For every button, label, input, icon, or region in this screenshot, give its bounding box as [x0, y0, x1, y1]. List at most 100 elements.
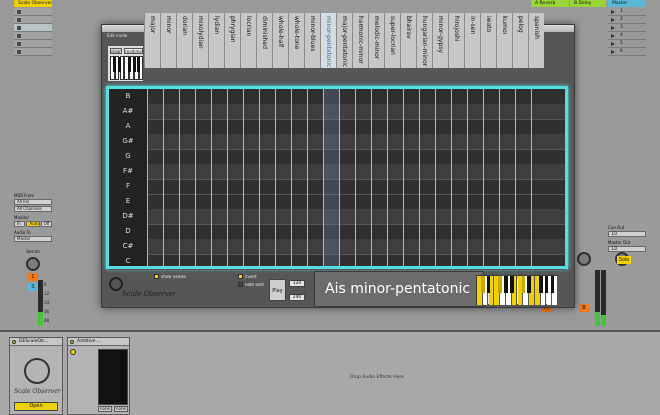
mini-keyboard-toggle[interactable]: clear realtime	[107, 45, 144, 82]
scale-column-header[interactable]: melodic-minor	[368, 13, 384, 68]
clip-stop-icon[interactable]	[17, 33, 21, 38]
audio-to-select[interactable]: Master	[14, 236, 52, 242]
track-activator-button[interactable]: 1	[28, 273, 38, 281]
scale-column-header[interactable]: major-pentatonic	[336, 13, 352, 68]
scale-column-header[interactable]: pelog	[512, 13, 528, 68]
play-triangle-icon[interactable]	[611, 17, 615, 22]
note-sent-option[interactable]: note sent	[238, 282, 264, 287]
device-title[interactable]: Additive ...	[68, 338, 129, 346]
clip-stop-icon[interactable]	[17, 49, 21, 54]
checkbox-icon[interactable]	[238, 282, 243, 287]
clip-slot[interactable]	[14, 32, 52, 40]
monitor-in-button[interactable]: In	[14, 221, 26, 227]
scale-column-header[interactable]: iwato	[480, 13, 496, 68]
scale-column-header[interactable]: locrian	[240, 13, 256, 68]
keyboard-black-key[interactable]	[539, 276, 543, 293]
scene-launch[interactable]: 5	[608, 40, 646, 48]
show-names-option[interactable]: show names	[154, 274, 186, 279]
clip-stop-icon[interactable]	[17, 9, 21, 14]
scale-column-header[interactable]: whole-half	[272, 13, 288, 68]
return-b-button[interactable]: B	[579, 304, 589, 312]
clip-slot[interactable]	[14, 48, 52, 56]
solo-button[interactable]: S	[28, 283, 38, 291]
scale-keyboard[interactable]: clear	[476, 275, 558, 305]
scale-name: whole-half	[277, 16, 284, 48]
realtime-tab[interactable]: realtime	[124, 48, 143, 54]
scale-column-header[interactable]: lydian	[208, 13, 224, 68]
device-scale-observer[interactable]: DEScaleOb... Scale Observer Open	[9, 337, 63, 415]
track-header-delay[interactable]: B Delay	[570, 0, 606, 7]
clip-stop-icon[interactable]	[17, 25, 21, 30]
scale-column-header[interactable]: minor-blues	[304, 13, 320, 68]
scale-column-header[interactable]: in-sen	[464, 13, 480, 68]
send-knob[interactable]	[26, 257, 40, 271]
clip-slot[interactable]	[14, 16, 52, 24]
track-header-reverb[interactable]: A Reverb	[531, 0, 569, 7]
clear-tab[interactable]: clear	[110, 48, 122, 54]
device-title[interactable]: DEScaleOb...	[10, 338, 62, 346]
scale-column-header[interactable]: kumoi	[496, 13, 512, 68]
keyboard-black-key[interactable]	[481, 276, 485, 293]
master-solo-button[interactable]: Solo	[617, 256, 631, 264]
clip-stop-icon[interactable]	[17, 41, 21, 46]
track-header-master[interactable]: Master	[608, 0, 646, 7]
keyboard-black-key[interactable]	[498, 276, 502, 293]
keyboard-black-key[interactable]	[527, 276, 531, 293]
play-button[interactable]: Play	[269, 279, 286, 301]
play-triangle-icon[interactable]	[611, 41, 615, 46]
scene-launch[interactable]: 3	[608, 24, 646, 32]
clip-slot[interactable]	[14, 40, 52, 48]
scale-column-header[interactable]: hirojoshi	[448, 13, 464, 68]
scale-column-header[interactable]: dorian	[176, 13, 192, 68]
keyboard-black-key[interactable]	[521, 276, 526, 293]
invert-option[interactable]: invert	[238, 274, 257, 279]
scene-launch[interactable]: 4	[608, 32, 646, 40]
scale-column-header[interactable]: hungarian-minor	[416, 13, 432, 68]
scale-column-header[interactable]: phrygian	[224, 13, 240, 68]
power-icon[interactable]	[70, 340, 74, 344]
scale-column-header[interactable]: whole-tone	[288, 13, 304, 68]
checkbox-icon[interactable]	[154, 274, 159, 279]
device-additive[interactable]: Additive ... none none	[67, 337, 130, 415]
scene-launch[interactable]: 6	[608, 48, 646, 56]
monitor-off-button[interactable]: Off	[40, 221, 53, 227]
keyboard-black-key[interactable]	[510, 276, 514, 293]
keyboard-black-key[interactable]	[544, 276, 549, 293]
play-triangle-icon[interactable]	[611, 25, 615, 30]
scale-column-header[interactable]: super-locrian	[384, 13, 400, 68]
midi-channel-select[interactable]: All Channels	[14, 206, 52, 212]
play-triangle-icon[interactable]	[611, 49, 615, 54]
note-scale-grid[interactable]: B A# A G# G F# F E D# D C# C	[106, 86, 568, 270]
power-icon[interactable]	[12, 340, 16, 344]
play-triangle-icon[interactable]	[611, 33, 615, 38]
keyboard-black-key[interactable]	[550, 276, 555, 293]
clip-slot[interactable]	[14, 24, 52, 32]
midi-from-select[interactable]: All Ins	[14, 199, 52, 205]
scale-column-header[interactable]: minor-gypsy	[432, 13, 448, 68]
scale-column-header[interactable]: bhairav	[400, 13, 416, 68]
tempo-low-field[interactable]: 120	[289, 280, 305, 287]
track-header-scale-observer[interactable]: Scale Observer	[14, 0, 52, 7]
scene-launch[interactable]: 2	[608, 16, 646, 24]
cue-out-select[interactable]: 1/2	[608, 231, 646, 237]
play-triangle-icon[interactable]	[611, 9, 615, 14]
keyboard-black-key[interactable]	[504, 276, 508, 293]
scale-column-header[interactable]: harmonic-minor	[352, 13, 368, 68]
clip-slot[interactable]	[14, 8, 52, 16]
tempo-high-field[interactable]: 240	[289, 294, 305, 301]
device-select-left[interactable]: none	[98, 406, 112, 412]
scale-column-header[interactable]: major	[144, 13, 160, 68]
return-b-knob[interactable]	[577, 252, 591, 266]
scene-launch[interactable]: 1	[608, 8, 646, 16]
device-select-right[interactable]: none	[114, 406, 128, 412]
keyboard-black-key[interactable]	[486, 276, 491, 293]
scale-column-header[interactable]: mixolydian	[192, 13, 208, 68]
scale-column-header[interactable]: minor	[160, 13, 176, 68]
checkbox-icon[interactable]	[238, 274, 243, 279]
scale-column-header[interactable]: minor-pentatonic	[320, 13, 336, 68]
clip-stop-icon[interactable]	[17, 17, 21, 22]
monitor-auto-button[interactable]: Auto	[26, 221, 40, 227]
scale-column-header[interactable]: diminished	[256, 13, 272, 68]
open-button[interactable]: Open	[14, 402, 58, 411]
scale-column-header[interactable]: spanish	[528, 13, 544, 68]
